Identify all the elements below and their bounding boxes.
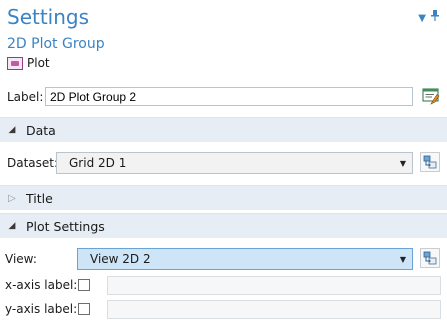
node-type-row: Plot: [7, 56, 50, 70]
section-data-title: Data: [26, 122, 56, 138]
section-header-title[interactable]: ▷ Title: [0, 185, 447, 210]
goto-source-icon: [423, 155, 437, 169]
xaxis-label-checkbox[interactable]: [78, 279, 90, 291]
dataset-select[interactable]: Grid 2D 1 ▼: [56, 152, 413, 174]
chevron-down-icon: ◢: [8, 125, 16, 135]
chevron-down-icon: ◢: [8, 221, 16, 231]
chevron-down-icon: ▼: [399, 254, 406, 264]
dropdown-arrow-icon[interactable]: ▼: [418, 13, 426, 24]
yaxis-label-text: y-axis label:: [5, 302, 78, 316]
yaxis-label-checkbox[interactable]: [78, 303, 90, 315]
node-type-subtitle: 2D Plot Group: [7, 36, 105, 52]
header-controls: ▼: [418, 10, 439, 24]
dataset-label: Dataset:: [7, 156, 59, 170]
pin-icon[interactable]: [431, 10, 439, 24]
section-plot-settings-title: Plot Settings: [26, 218, 105, 234]
label-settings-button[interactable]: [420, 86, 442, 107]
section-title-title: Title: [26, 190, 53, 206]
label-edit-icon: [422, 88, 440, 105]
chevron-right-icon: ▷: [8, 192, 16, 204]
label-input[interactable]: [45, 87, 413, 106]
yaxis-label-input[interactable]: [107, 300, 441, 319]
label-field-label: Label:: [7, 90, 44, 104]
xaxis-label-text: x-axis label:: [5, 278, 78, 292]
settings-title: Settings: [7, 5, 90, 29]
view-label: View:: [5, 252, 37, 266]
view-goto-button[interactable]: [420, 248, 440, 268]
plot-icon: [7, 56, 23, 70]
section-header-plot-settings[interactable]: ◢ Plot Settings: [0, 213, 447, 238]
dataset-goto-button[interactable]: [420, 152, 440, 172]
node-type-label: Plot: [27, 56, 50, 70]
view-value: View 2D 2: [90, 252, 151, 266]
view-select[interactable]: View 2D 2 ▼: [77, 248, 413, 270]
chevron-down-icon: ▼: [399, 158, 406, 168]
dataset-value: Grid 2D 1: [69, 156, 127, 170]
section-header-data[interactable]: ◢ Data: [0, 117, 447, 142]
xaxis-label-input[interactable]: [107, 276, 441, 295]
goto-source-icon: [423, 251, 437, 265]
